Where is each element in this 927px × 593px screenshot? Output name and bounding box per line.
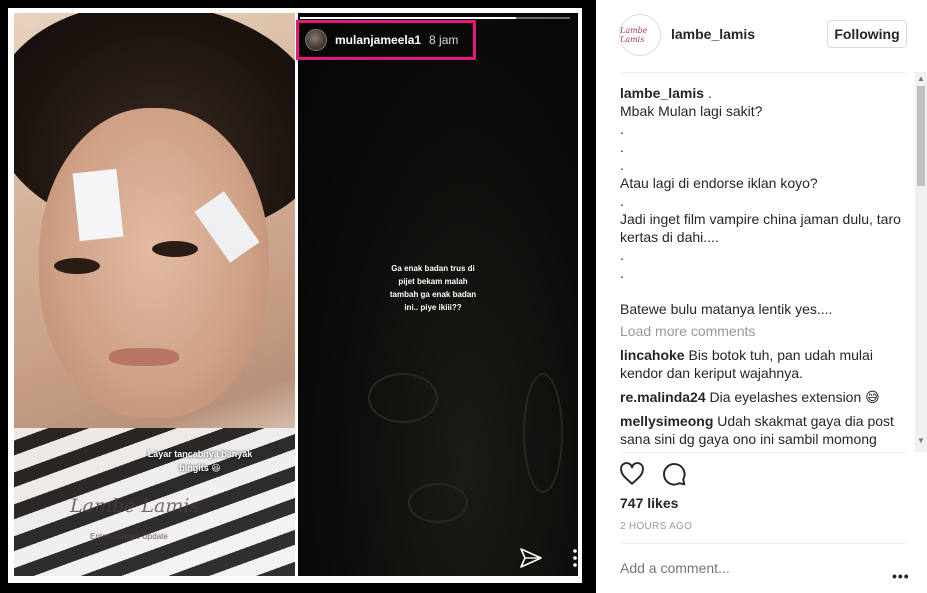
caption-line: .: [620, 139, 624, 155]
heart-icon[interactable]: [619, 461, 645, 487]
comment-username[interactable]: mellysimeong: [620, 413, 713, 429]
selfie-photo: [14, 13, 295, 576]
story-header-highlight: mulanjameela1 8 jam: [296, 20, 476, 60]
tape-patch: [72, 168, 124, 242]
scroll-down-arrow-icon[interactable]: ▼: [917, 436, 925, 445]
post-media[interactable]: Layar tancabnya banyak bingits 😆 Lambe L…: [0, 0, 596, 593]
more-options-icon[interactable]: •••: [892, 568, 910, 584]
post-header: Lambe Lamis lambe_lamis Following: [596, 0, 927, 72]
post-timestamp[interactable]: 2 HOURS AGO: [620, 521, 692, 532]
story-time: 8 jam: [429, 33, 459, 47]
caption-line: .: [707, 85, 712, 101]
speech-bubble-icon[interactable]: [661, 461, 687, 487]
caption-line: Batewe bulu matanya lentik yes....: [620, 301, 833, 317]
avatar-logo-text: Lambe Lamis: [620, 26, 648, 44]
likes-count[interactable]: 747 likes: [620, 495, 678, 511]
comment-item: mellysimeong Udah skakmat gaya dia post …: [620, 412, 914, 448]
photo-caption: Layar tancabnya banyak bingits 😆: [147, 449, 253, 473]
comments-list[interactable]: lambe_lamis . Mbak Mulan lagi sakit? . .…: [620, 84, 914, 452]
post-actions: [619, 461, 687, 487]
actions-divider: [620, 452, 907, 453]
watermark-subtitle: Entertainment Update: [90, 532, 168, 541]
load-more-comments-link[interactable]: Load more comments: [620, 322, 914, 340]
ceiling-ornament: [368, 373, 438, 423]
avatar[interactable]: Lambe Lamis: [619, 14, 661, 56]
ceiling-ornament: [408, 483, 468, 523]
caption-line: .: [620, 121, 624, 137]
post-username[interactable]: lambe_lamis: [671, 26, 755, 42]
left-eye-shape: [54, 258, 100, 274]
comment-username[interactable]: re.malinda24: [620, 389, 706, 405]
comment-item: re.malinda24 Dia eyelashes extension 😅: [620, 388, 914, 406]
scroll-up-arrow-icon[interactable]: ▲: [917, 74, 925, 83]
comment-item: lincahoke Bis botok tuh, pan udah mulai …: [620, 346, 914, 382]
chandelier-shape: [523, 373, 563, 493]
post-side-panel: Lambe Lamis lambe_lamis Following lambe_…: [596, 0, 927, 593]
caption-line: Jadi inget film vampire china jaman dulu…: [620, 211, 901, 245]
story-progress-bar: [300, 17, 570, 19]
caption-line: .: [620, 265, 624, 281]
story-username: mulanjameela1: [335, 33, 422, 47]
caption-line: .: [620, 193, 624, 209]
header-divider: [620, 72, 907, 73]
right-eye-shape: [152, 241, 198, 257]
caption-username[interactable]: lambe_lamis: [620, 85, 704, 101]
add-comment-input[interactable]: [620, 560, 880, 576]
watermark-logo: Lambe Lamis: [70, 495, 200, 517]
caption-line: [620, 282, 914, 300]
following-button[interactable]: Following: [827, 20, 907, 48]
caption-line: .: [620, 157, 624, 173]
caption: lambe_lamis . Mbak Mulan lagi sakit? . .…: [620, 84, 914, 318]
story-progress-fill: [300, 17, 516, 19]
story-text: Ga enak badan trus di pijet bekam malah …: [389, 264, 477, 312]
caption-line: Atau lagi di endorse iklan koyo?: [620, 175, 818, 191]
caption-line: Mbak Mulan lagi sakit?: [620, 103, 763, 119]
scrollbar-thumb[interactable]: [917, 86, 925, 186]
story-avatar: [305, 29, 327, 51]
comments-scrollbar[interactable]: ▲ ▼: [915, 72, 927, 452]
comment-username[interactable]: lincahoke: [620, 347, 685, 363]
caption-line: .: [620, 247, 624, 263]
vertical-dots-icon: [573, 549, 577, 567]
comment-text: Dia eyelashes extension 😅: [709, 389, 880, 405]
lips-shape: [109, 348, 179, 366]
send-icon: [520, 548, 542, 568]
comment-box-divider: [620, 543, 907, 544]
